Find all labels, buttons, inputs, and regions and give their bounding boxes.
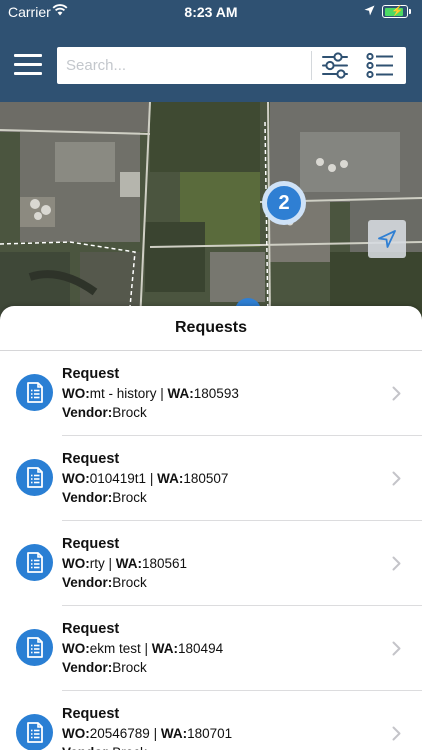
- request-title: Request: [62, 621, 120, 637]
- wo-value: rty: [89, 556, 105, 571]
- vendor-value: Brock: [112, 745, 147, 750]
- chevron-right-icon: [392, 556, 401, 571]
- wo-value: 010419t1: [89, 471, 147, 486]
- vendor-label: Vendor:: [62, 660, 113, 675]
- document-icon: [16, 459, 53, 496]
- wa-label: WA:: [157, 471, 184, 486]
- request-details: Request WO:ekm test | WA:180494 Vendor:B…: [62, 620, 382, 677]
- request-wo-wa-line: WO:ekm test | WA:180494: [62, 639, 382, 658]
- navigation-arrow-icon: [378, 230, 396, 248]
- separator: |: [146, 471, 158, 486]
- request-list: Request WO:mt - history | WA:180593 Vend…: [0, 351, 422, 750]
- vendor-value: Brock: [112, 490, 147, 505]
- requests-sheet: Requests Request WO:mt - history | WA:18…: [0, 306, 422, 750]
- request-wo-wa-line: WO:mt - history | WA:180593: [62, 384, 382, 403]
- request-vendor-line: Vendor:Brock: [62, 573, 382, 592]
- request-row[interactable]: Request WO:ekm test | WA:180494 Vendor:B…: [0, 606, 422, 691]
- request-vendor-line: Vendor:Brock: [62, 658, 382, 677]
- locate-me-button[interactable]: [368, 220, 406, 258]
- hamburger-menu-icon[interactable]: [14, 52, 42, 78]
- wo-value: ekm test: [89, 641, 141, 656]
- wa-label: WA:: [160, 726, 188, 741]
- wa-label: WA:: [167, 386, 194, 401]
- wo-label: WO:: [62, 471, 90, 486]
- wo-value: 20546789: [89, 726, 150, 741]
- search-bar: [57, 47, 406, 84]
- vendor-value: Brock: [112, 405, 147, 420]
- wo-label: WO:: [62, 641, 90, 656]
- search-input[interactable]: [57, 47, 310, 84]
- request-vendor-line: Vendor:Brock: [62, 488, 382, 507]
- document-icon: [16, 629, 53, 666]
- vendor-label: Vendor:: [62, 490, 113, 505]
- request-row[interactable]: Request WO:010419t1 | WA:180507 Vendor:B…: [0, 436, 422, 521]
- wa-label: WA:: [115, 556, 143, 571]
- separator: |: [104, 556, 116, 571]
- wo-label: WO:: [62, 726, 90, 741]
- request-vendor-line: Vendor:Brock: [62, 403, 382, 422]
- map-imagery: [0, 102, 422, 322]
- request-row[interactable]: Request WO:rty | WA:180561 Vendor:Brock: [0, 521, 422, 606]
- request-details: Request WO:20546789 | WA:180701 Vendor:B…: [62, 705, 382, 750]
- document-icon: [16, 714, 53, 750]
- wa-value: 180561: [142, 556, 188, 571]
- request-title: Request: [62, 706, 120, 722]
- request-wo-wa-line: WO:20546789 | WA:180701: [62, 724, 382, 743]
- vendor-value: Brock: [112, 575, 147, 590]
- vendor-value: Brock: [112, 660, 147, 675]
- chevron-right-icon: [392, 386, 401, 401]
- wa-label: WA:: [151, 641, 179, 656]
- charging-bolt-icon: ⚡: [391, 6, 404, 17]
- separator: |: [140, 641, 152, 656]
- chevron-right-icon: [392, 471, 401, 486]
- list-view-icon[interactable]: [366, 52, 394, 79]
- location-arrow-icon: [364, 5, 375, 16]
- status-bar: Carrier 8:23 AM ⚡: [0, 0, 422, 24]
- filter-sliders-icon[interactable]: [321, 52, 349, 79]
- vendor-label: Vendor:: [62, 575, 113, 590]
- satellite-map[interactable]: 2: [0, 102, 422, 322]
- request-title: Request: [62, 451, 120, 467]
- request-title: Request: [62, 366, 120, 382]
- request-details: Request WO:mt - history | WA:180593 Vend…: [62, 365, 382, 422]
- separator: |: [156, 386, 168, 401]
- document-icon: [16, 374, 53, 411]
- request-details: Request WO:rty | WA:180561 Vendor:Brock: [62, 535, 382, 592]
- wo-label: WO:: [62, 386, 90, 401]
- app-header: Carrier 8:23 AM ⚡: [0, 0, 422, 102]
- search-divider: [311, 51, 312, 80]
- wo-label: WO:: [62, 556, 90, 571]
- request-wo-wa-line: WO:rty | WA:180561: [62, 554, 382, 573]
- vendor-label: Vendor:: [62, 405, 113, 420]
- chevron-right-icon: [392, 641, 401, 656]
- vendor-label: Vendor:: [62, 745, 112, 750]
- request-wo-wa-line: WO:010419t1 | WA:180507: [62, 469, 382, 488]
- request-details: Request WO:010419t1 | WA:180507 Vendor:B…: [62, 450, 382, 507]
- chevron-right-icon: [392, 726, 401, 741]
- wa-value: 180701: [187, 726, 233, 741]
- wa-value: 180494: [178, 641, 224, 656]
- request-row[interactable]: Request WO:20546789 | WA:180701 Vendor:B…: [0, 691, 422, 750]
- wo-value: mt - history: [89, 386, 157, 401]
- separator: |: [149, 726, 161, 741]
- document-icon: [16, 544, 53, 581]
- wa-value: 180507: [183, 471, 229, 486]
- sheet-title: Requests: [174, 319, 248, 336]
- request-row[interactable]: Request WO:mt - history | WA:180593 Vend…: [0, 351, 422, 436]
- request-title: Request: [62, 536, 120, 552]
- clock-time: 8:23 AM: [184, 4, 238, 20]
- request-vendor-line: Vendor:Brock: [62, 743, 382, 750]
- wa-value: 180593: [193, 386, 239, 401]
- battery-icon: ⚡: [382, 5, 411, 18]
- map-cluster-marker[interactable]: 2: [262, 181, 306, 225]
